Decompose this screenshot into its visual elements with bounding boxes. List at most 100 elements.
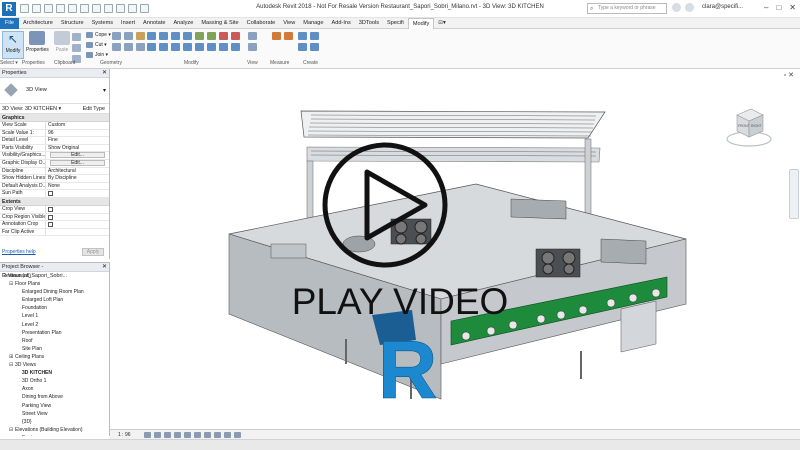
tab-architecture[interactable]: Architecture — [19, 18, 57, 29]
create-group-icon[interactable] — [298, 43, 307, 51]
browser-tree-item[interactable]: Roof — [0, 337, 109, 345]
trim-icon[interactable] — [183, 43, 192, 51]
sun-path-checkbox[interactable] — [48, 191, 53, 197]
tab-3dtools[interactable]: 3DTools — [355, 18, 383, 29]
shadows-icon[interactable] — [174, 432, 181, 438]
search-input[interactable]: ⌕ Type a keyword or phrase — [587, 3, 667, 14]
paste-button[interactable]: Paste — [51, 31, 73, 59]
browser-tree-item[interactable]: Dining from Above — [0, 393, 109, 401]
demolish-icon[interactable] — [136, 32, 145, 40]
type-selector[interactable]: 3D View ▾ — [0, 78, 109, 104]
split-face-icon[interactable] — [112, 32, 121, 40]
tab-add-ins[interactable]: Add-Ins — [328, 18, 355, 29]
tab-systems[interactable]: Systems — [88, 18, 117, 29]
split-gap-icon[interactable] — [207, 32, 216, 40]
apply-button[interactable]: Apply — [82, 248, 104, 256]
tab-overflow[interactable]: ⊡▾ — [434, 18, 450, 29]
viewcube[interactable]: FRONT RIGHT — [723, 101, 773, 149]
scale-icon[interactable] — [207, 43, 216, 51]
temporary-hide-icon[interactable] — [224, 432, 231, 438]
hide-icon[interactable] — [248, 32, 257, 40]
reveal-hidden-icon[interactable] — [234, 432, 241, 438]
browser-tree-item[interactable]: ⊞ Ceiling Plans — [0, 353, 109, 361]
lock-view-icon[interactable] — [214, 432, 221, 438]
edit-type-button[interactable]: Edit Type — [83, 104, 105, 114]
select-panel-label[interactable]: Select ▾ — [0, 60, 18, 66]
minimize-button[interactable]: – — [764, 3, 768, 12]
close-button[interactable]: ✕ — [789, 3, 796, 12]
browser-tree-item[interactable]: 3D KITCHEN — [0, 369, 109, 377]
properties-button[interactable]: Properties — [26, 31, 49, 59]
tab-structure[interactable]: Structure — [57, 18, 88, 29]
cut-tool[interactable]: Cut ▾ — [86, 42, 107, 48]
create-assembly-icon[interactable] — [298, 32, 307, 40]
play-video-label[interactable]: PLAY VIDEO — [0, 281, 800, 323]
copy-icon[interactable] — [72, 44, 81, 52]
mirror-draw-icon[interactable] — [183, 32, 192, 40]
tab-insert[interactable]: Insert — [117, 18, 139, 29]
close-icon[interactable]: ✕ — [102, 263, 107, 272]
rotate-icon[interactable] — [171, 43, 180, 51]
remove-paint-icon[interactable] — [124, 43, 133, 51]
wall-joins-icon[interactable] — [112, 43, 121, 51]
visibility-edit-button[interactable]: Edit... — [50, 152, 105, 159]
browser-tree-item[interactable]: Street View — [0, 410, 109, 418]
instance-filter[interactable]: 3D View: 3D KITCHEN ▾ Edit Type — [0, 104, 109, 114]
tab-annotate[interactable]: Annotate — [139, 18, 169, 29]
browser-tree-item[interactable]: ⊟ Elevations (Building Elevation) — [0, 426, 109, 434]
pin-icon[interactable] — [219, 32, 228, 40]
chevron-down-icon[interactable]: ▾ — [103, 87, 106, 94]
tab-collaborate[interactable]: Collaborate — [243, 18, 280, 29]
unpin-icon[interactable] — [219, 43, 228, 51]
align-icon[interactable] — [147, 32, 156, 40]
browser-tree-item[interactable]: Axon — [0, 385, 109, 393]
communication-icon[interactable] — [685, 3, 694, 12]
copy-element-icon[interactable] — [159, 43, 168, 51]
user-account[interactable]: clara@specifi... — [702, 4, 743, 10]
browser-tree-item[interactable]: {3D} — [0, 418, 109, 426]
sun-path-icon[interactable] — [164, 432, 171, 438]
show-crop-icon[interactable] — [204, 432, 211, 438]
split-icon[interactable] — [195, 32, 204, 40]
crop-view-checkbox[interactable] — [48, 206, 53, 212]
mirror-axis-icon[interactable] — [171, 32, 180, 40]
render-icon[interactable] — [184, 432, 191, 438]
crop-region-visible-checkbox[interactable] — [48, 214, 53, 220]
modify-button[interactable]: ↖ Modify — [2, 31, 24, 59]
browser-tree-item[interactable]: ⊟ 3D Views — [0, 361, 109, 369]
maximize-button[interactable]: □ — [776, 3, 781, 12]
override-icon[interactable] — [248, 43, 257, 51]
trim-extend-icon[interactable] — [231, 43, 240, 51]
detail-level-icon[interactable] — [144, 432, 151, 438]
array-icon[interactable] — [195, 43, 204, 51]
join-tool[interactable]: Join ▾ — [86, 52, 108, 58]
extents-group-header[interactable]: Extents — [0, 197, 109, 206]
tab-modify[interactable]: Modify — [407, 17, 435, 29]
delete-icon[interactable] — [231, 32, 240, 40]
tab-analyze[interactable]: Analyze — [169, 18, 197, 29]
create-similar-icon[interactable] — [310, 43, 319, 51]
tab-manage[interactable]: Manage — [299, 18, 327, 29]
browser-tree-item[interactable]: ⊟ Views (all) — [0, 272, 109, 280]
properties-help-link[interactable]: Properties help — [2, 249, 36, 255]
browser-tree-item[interactable]: Parking View — [0, 402, 109, 410]
graphics-group-header[interactable]: Graphics — [0, 114, 109, 122]
offset-icon[interactable] — [159, 32, 168, 40]
measure-distance-icon[interactable] — [272, 32, 281, 40]
crop-view-icon[interactable] — [194, 432, 201, 438]
graphic-display-edit-button[interactable]: Edit... — [50, 159, 105, 166]
move-icon[interactable] — [147, 43, 156, 51]
paint-icon[interactable] — [124, 32, 133, 40]
tab-file[interactable]: File — [0, 17, 20, 29]
browser-tree-item[interactable]: Presentation Plan — [0, 329, 109, 337]
browser-tree-item[interactable]: 3D Ortho 1 — [0, 377, 109, 385]
annotation-crop-checkbox[interactable] — [48, 222, 53, 228]
navigation-bar[interactable] — [789, 169, 799, 219]
3d-viewport[interactable]: ▫ ✕ FRONT RIGHT — [111, 69, 800, 429]
create-parts-icon[interactable] — [310, 32, 319, 40]
tab-massing-site[interactable]: Massing & Site — [197, 18, 242, 29]
cut-icon[interactable] — [72, 33, 81, 41]
tab-view[interactable]: View — [279, 18, 299, 29]
unjoin-icon[interactable] — [136, 43, 145, 51]
tab-specifi[interactable]: Specifi — [383, 18, 408, 29]
